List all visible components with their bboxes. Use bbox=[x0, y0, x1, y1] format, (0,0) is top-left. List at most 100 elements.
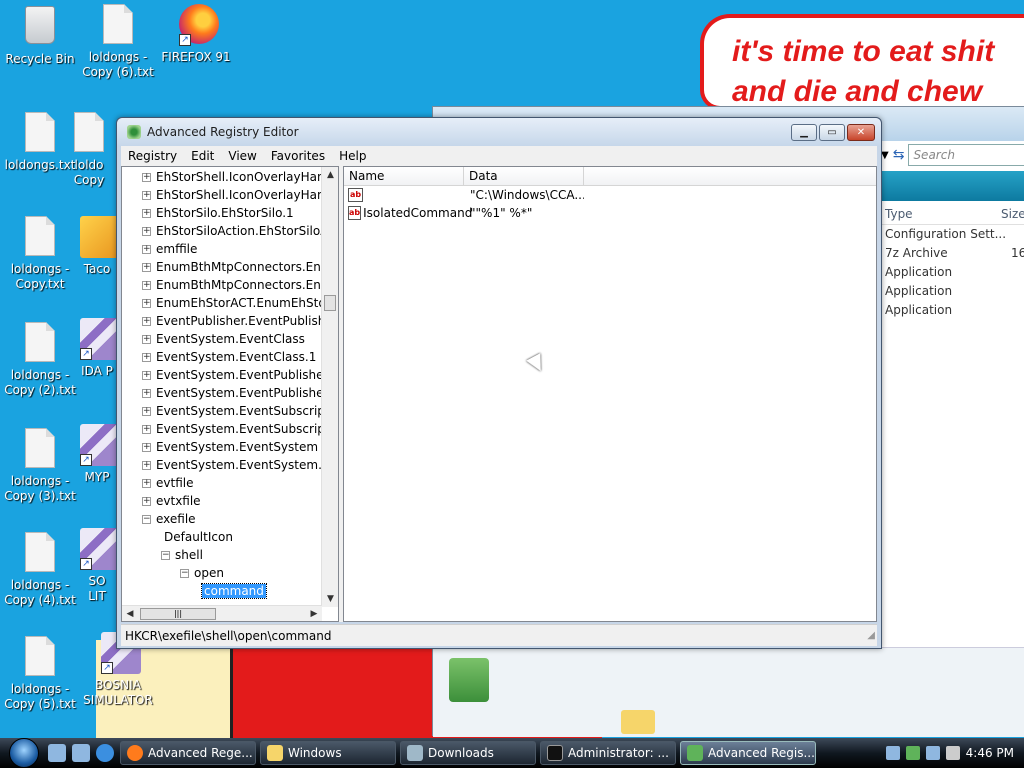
expand-icon[interactable]: + bbox=[142, 371, 151, 380]
registry-values-list[interactable]: Name Data ab "C:\Windows\CCA... ab Isolat… bbox=[343, 166, 877, 622]
desktop-icon-shortcut[interactable]: ↗ SO LIT bbox=[78, 528, 116, 604]
volume-muted-icon[interactable] bbox=[945, 746, 960, 760]
taskbar-item[interactable]: Windows bbox=[260, 741, 396, 765]
tree-horizontal-scrollbar[interactable]: ◀ ||| ▶ bbox=[122, 605, 322, 621]
expand-icon[interactable]: + bbox=[142, 281, 151, 290]
expand-icon[interactable]: + bbox=[142, 245, 151, 254]
registry-key-tree[interactable]: + EhStorShell.IconOverlayHand + EhStorShell… bbox=[121, 166, 339, 622]
desktop-icon-file[interactable]: loldongs - Copy (2).txt bbox=[0, 322, 80, 398]
expand-icon[interactable]: + bbox=[142, 191, 151, 200]
expand-icon[interactable]: + bbox=[142, 335, 151, 344]
show-desktop-icon[interactable] bbox=[48, 744, 66, 762]
expand-icon[interactable]: + bbox=[142, 209, 151, 218]
tree-node[interactable]: + EventSystem.EventSubscriptic bbox=[122, 420, 338, 438]
list-item[interactable]: Application bbox=[881, 282, 1024, 301]
dropdown-arrow-icon[interactable]: ▼ bbox=[881, 150, 889, 161]
desktop-icon-file[interactable]: loldongs - Copy (6).txt bbox=[78, 4, 158, 80]
taskbar-item[interactable]: Administrator: ... bbox=[540, 741, 676, 765]
clock[interactable]: 4:46 PM bbox=[966, 746, 1014, 760]
list-item[interactable]: 7z Archive 16 bbox=[881, 244, 1024, 263]
tree-node[interactable]: + EhStorSilo.EhStorSilo.1 bbox=[122, 204, 338, 222]
scroll-right-arrow-icon[interactable]: ▶ bbox=[306, 606, 322, 621]
scrollbar-thumb[interactable] bbox=[324, 295, 336, 311]
expand-icon[interactable]: + bbox=[142, 497, 151, 506]
maximize-button[interactable]: ▭ bbox=[819, 124, 845, 141]
menu-edit[interactable]: Edit bbox=[184, 149, 221, 163]
column-header-size[interactable]: Size bbox=[1001, 207, 1024, 221]
desktop-icon-shortcut[interactable]: ↗ IDA P bbox=[78, 318, 116, 379]
tree-node[interactable]: + EventSystem.EventPublisher.1 bbox=[122, 384, 338, 402]
expand-icon[interactable]: + bbox=[142, 263, 151, 272]
expand-icon[interactable]: + bbox=[142, 443, 151, 452]
tree-node[interactable]: + EhStorShell.IconOverlayHand bbox=[122, 168, 338, 186]
desktop-icon-firefox[interactable]: ↗ FIREFOX 91 bbox=[156, 4, 236, 65]
refresh-icon[interactable]: ⇆ bbox=[893, 147, 905, 163]
menu-help[interactable]: Help bbox=[332, 149, 373, 163]
network-icon[interactable] bbox=[885, 746, 900, 760]
tree-node[interactable]: + EventSystem.EventSystem.1 bbox=[122, 456, 338, 474]
expand-icon[interactable]: + bbox=[142, 389, 151, 398]
desktop-icon-file[interactable]: loldongs - Copy (4).txt bbox=[0, 532, 80, 608]
resize-grip-icon[interactable]: ◢ bbox=[867, 625, 875, 647]
expand-icon[interactable]: + bbox=[142, 479, 151, 488]
scroll-left-arrow-icon[interactable]: ◀ bbox=[122, 606, 138, 621]
desktop-icon-recycle-bin[interactable]: Recycle Bin bbox=[0, 4, 80, 67]
tree-node[interactable]: + EventSystem.EventSubscriptic bbox=[122, 402, 338, 420]
tree-node[interactable]: + EventSystem.EventSystem bbox=[122, 438, 338, 456]
list-item[interactable]: Application bbox=[881, 301, 1024, 320]
explorer-search-input[interactable]: Search bbox=[908, 144, 1024, 166]
expand-icon[interactable]: + bbox=[142, 461, 151, 470]
expand-icon[interactable]: + bbox=[142, 227, 151, 236]
tree-vertical-scrollbar[interactable]: ▲ ▼ bbox=[321, 167, 338, 607]
desktop-icon-file[interactable]: loldongs - Copy (3).txt bbox=[0, 428, 80, 504]
desktop-icon-file[interactable]: loldo Copy bbox=[62, 112, 116, 188]
start-button[interactable] bbox=[0, 738, 48, 768]
collapse-icon[interactable]: − bbox=[180, 569, 189, 578]
monitor-icon[interactable] bbox=[925, 746, 940, 760]
desktop-icon-file[interactable]: loldongs - Copy.txt bbox=[0, 216, 80, 292]
tree-node[interactable]: − exefile bbox=[122, 510, 338, 528]
column-header-type[interactable]: Type bbox=[881, 207, 1001, 221]
tree-node[interactable]: command bbox=[122, 582, 338, 600]
tree-node[interactable]: + EnumBthMtpConnectors.Enu bbox=[122, 258, 338, 276]
expand-icon[interactable]: + bbox=[142, 299, 151, 308]
column-header-name[interactable]: Name bbox=[344, 167, 464, 185]
tree-node[interactable]: + EventSystem.EventClass.1 bbox=[122, 348, 338, 366]
taskbar-item[interactable]: Downloads bbox=[400, 741, 536, 765]
expand-icon[interactable]: + bbox=[142, 173, 151, 182]
tree-node[interactable]: + EhStorShell.IconOverlayHand bbox=[122, 186, 338, 204]
tree-node[interactable]: + EventPublisher.EventPublishe bbox=[122, 312, 338, 330]
tree-node[interactable]: DefaultIcon bbox=[122, 528, 338, 546]
scroll-up-arrow-icon[interactable]: ▲ bbox=[322, 167, 338, 183]
expand-icon[interactable]: + bbox=[142, 407, 151, 416]
registry-editor-titlebar[interactable]: Advanced Registry Editor ▁ ▭ ✕ bbox=[117, 118, 881, 146]
taskbar-item[interactable]: Advanced Regis... bbox=[680, 741, 816, 765]
taskbar-item[interactable]: Advanced Rege... bbox=[120, 741, 256, 765]
registry-editor-window[interactable]: Advanced Registry Editor ▁ ▭ ✕ Registry … bbox=[116, 117, 882, 649]
list-item[interactable]: Application bbox=[881, 263, 1024, 282]
value-row[interactable]: ab "C:\Windows\CCA... bbox=[344, 186, 876, 204]
internet-explorer-icon[interactable] bbox=[96, 744, 114, 762]
desktop-icon-file[interactable]: loldongs - Copy (5).txt bbox=[0, 636, 80, 712]
tree-node[interactable]: + EventSystem.EventClass bbox=[122, 330, 338, 348]
menu-view[interactable]: View bbox=[221, 149, 263, 163]
collapse-icon[interactable]: − bbox=[142, 515, 151, 524]
menu-favorites[interactable]: Favorites bbox=[264, 149, 332, 163]
column-header-data[interactable]: Data bbox=[464, 167, 584, 185]
tree-node[interactable]: − shell bbox=[122, 546, 338, 564]
desktop-icon-shortcut[interactable]: ↗ MYP bbox=[78, 424, 116, 485]
tree-node[interactable]: + evtxfile bbox=[122, 492, 338, 510]
menu-registry[interactable]: Registry bbox=[121, 149, 184, 163]
tree-node[interactable]: + emffile bbox=[122, 240, 338, 258]
tree-node[interactable]: − open bbox=[122, 564, 338, 582]
scrollbar-thumb[interactable]: ||| bbox=[140, 608, 216, 620]
switch-windows-icon[interactable] bbox=[72, 744, 90, 762]
tree-node[interactable]: + EventSystem.EventPublisher bbox=[122, 366, 338, 384]
expand-icon[interactable]: + bbox=[142, 317, 151, 326]
list-item[interactable]: Configuration Sett... bbox=[881, 225, 1024, 244]
expand-icon[interactable]: + bbox=[142, 425, 151, 434]
minimize-button[interactable]: ▁ bbox=[791, 124, 817, 141]
tray-app-icon[interactable] bbox=[905, 746, 920, 760]
expand-icon[interactable]: + bbox=[142, 353, 151, 362]
desktop-icon-app[interactable]: Taco bbox=[78, 216, 116, 277]
